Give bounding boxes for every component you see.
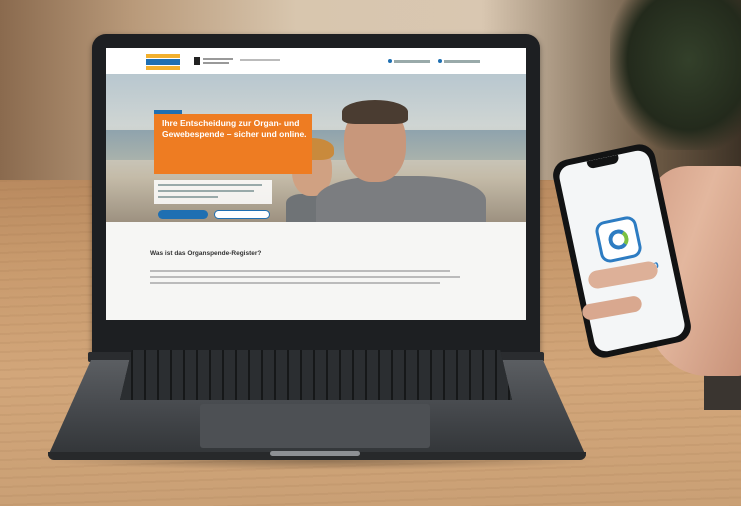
nav-link-2[interactable] bbox=[444, 60, 480, 63]
paragraph-line bbox=[150, 282, 440, 284]
refresh-ring-icon bbox=[606, 227, 631, 252]
nav-link-1[interactable] bbox=[394, 60, 430, 63]
photo-scene: Ihre Entscheidung zur Organ- und Gewebes… bbox=[0, 0, 741, 506]
hero-subtext-line bbox=[158, 184, 262, 186]
nav-icon bbox=[438, 59, 442, 63]
primary-button[interactable] bbox=[158, 210, 208, 219]
website-header bbox=[106, 48, 526, 74]
laptop-trackpad bbox=[200, 404, 430, 448]
background-plant bbox=[610, 0, 741, 150]
man-body bbox=[316, 176, 486, 222]
nav-icon bbox=[388, 59, 392, 63]
secondary-button[interactable] bbox=[214, 210, 270, 219]
laptop-screen: Ihre Entscheidung zur Organ- und Gewebes… bbox=[106, 48, 526, 320]
logo-stripe-middle bbox=[146, 59, 180, 65]
hero-subtext-line bbox=[158, 190, 254, 192]
hero-banner: Ihre Entscheidung zur Organ- und Gewebes… bbox=[106, 74, 526, 222]
hero-headline: Ihre Entscheidung zur Organ- und Gewebes… bbox=[162, 118, 307, 139]
ministry-logo bbox=[194, 57, 280, 65]
man-hair bbox=[342, 100, 408, 124]
logo-stripe-bottom bbox=[146, 66, 180, 70]
paragraph-line bbox=[150, 276, 460, 278]
ministry-text-line bbox=[203, 58, 233, 60]
ministry-text-line bbox=[203, 62, 229, 64]
organspende-logo bbox=[146, 54, 180, 70]
phone-notch bbox=[586, 154, 620, 170]
laptop-keyboard bbox=[120, 350, 512, 400]
header-text-line bbox=[240, 59, 280, 61]
hero-man bbox=[316, 100, 486, 222]
logo-stripe-top bbox=[146, 54, 180, 58]
section-title: Was ist das Organspende-Register? bbox=[150, 250, 262, 257]
eagle-icon bbox=[194, 57, 200, 65]
paragraph-line bbox=[150, 270, 450, 272]
ausweisapp-icon[interactable] bbox=[593, 214, 644, 265]
laptop-notch bbox=[270, 451, 360, 456]
hero-subtext-line bbox=[158, 196, 218, 198]
